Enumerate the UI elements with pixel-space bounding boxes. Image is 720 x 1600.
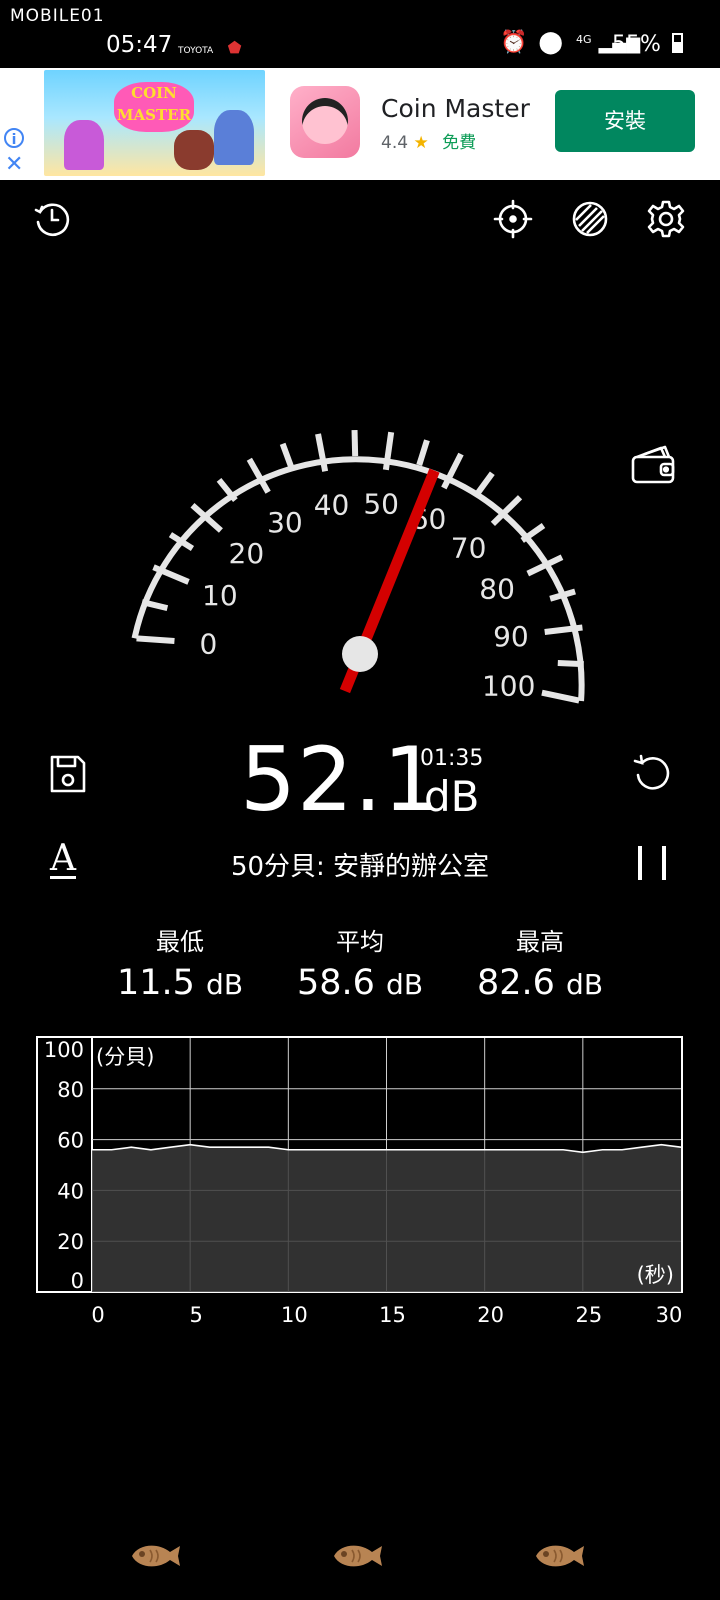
ad-art-character	[64, 120, 104, 170]
y-tick-label: 60	[57, 1129, 84, 1153]
stat-avg-value: 58.6 dB	[270, 963, 450, 1003]
stat-avg: 平均 58.6 dB	[270, 922, 450, 1003]
ad-close-icon[interactable]: ✕	[5, 154, 23, 176]
x-tick-label: 15	[379, 1303, 406, 1327]
y-axis-label: (分貝)	[96, 1045, 154, 1069]
x-tick-label: 0	[91, 1303, 104, 1327]
status-time: 05:47	[106, 32, 173, 58]
gauge-tick-label: 20	[229, 537, 265, 570]
ad-app-name[interactable]: Coin Master	[381, 94, 530, 123]
battery-icon	[671, 33, 683, 53]
reading-unit: dB	[424, 772, 480, 821]
ad-rating-value: 4.4	[381, 133, 409, 153]
stat-min-number: 11.5	[116, 963, 195, 1003]
decibel-history-chart: 100 80 60 40 20 0 0 5 10 15 20 25 30 (分貝) (秒)	[36, 1036, 683, 1327]
y-tick-label: 0	[71, 1269, 84, 1293]
stat-avg-label: 平均	[336, 928, 384, 956]
y-tick-label: 20	[57, 1230, 84, 1254]
stat-max-unit: dB	[566, 968, 604, 1001]
pause-button[interactable]	[638, 846, 668, 880]
stat-max: 最高 82.6 dB	[450, 922, 630, 1003]
chart-area	[92, 1144, 681, 1292]
gauge-tick	[136, 635, 175, 645]
stat-avg-number: 58.6	[296, 963, 375, 1003]
decibel-reading: 52.1	[240, 728, 440, 831]
alarm-icon: ⏰	[500, 30, 528, 55]
stat-max-value: 82.6 dB	[450, 963, 630, 1003]
battery-level: 55%	[612, 32, 683, 57]
ad-rating: 4.4 ★ 免費	[381, 128, 476, 153]
gauge-tick	[541, 689, 580, 704]
ad-art-logo: COIN MASTER	[114, 82, 194, 132]
fish-icon[interactable]	[532, 1540, 588, 1572]
x-tick-label: 5	[189, 1303, 202, 1327]
gauge-tick	[315, 433, 329, 472]
location-icon: ⬤	[538, 30, 564, 55]
x-tick-label: 10	[281, 1303, 308, 1327]
elapsed-time: 01:35	[420, 746, 484, 771]
crosshair-icon[interactable]	[489, 195, 537, 243]
y-tick-label: 40	[57, 1179, 84, 1203]
ad-artwork[interactable]: COIN MASTER	[44, 70, 265, 176]
history-icon[interactable]	[28, 195, 76, 243]
gauge-tick	[557, 659, 584, 668]
ad-info-icon[interactable]: i	[4, 128, 24, 148]
gear-icon[interactable]	[642, 195, 690, 243]
gauge-hub	[342, 636, 378, 672]
ad-app-icon[interactable]	[290, 86, 360, 158]
fish-icon[interactable]	[128, 1540, 184, 1572]
stat-min: 最低 11.5 dB	[90, 922, 270, 1003]
stat-max-label: 最高	[516, 928, 564, 956]
gauge-tick-label: 90	[493, 620, 529, 653]
gauge-tick-label: 70	[451, 532, 487, 565]
gauge-tick-label: 0	[199, 627, 217, 660]
stat-min-unit: dB	[206, 968, 244, 1001]
ad-banner[interactable]: i ✕ COIN MASTER Coin Master 4.4 ★ 免費 安裝	[0, 68, 720, 180]
pig-icon	[302, 98, 348, 144]
fish-icon[interactable]	[330, 1540, 386, 1572]
stat-avg-unit: dB	[386, 968, 424, 1001]
gauge-tick	[416, 439, 430, 466]
watermark-logo: MOBILE01	[10, 6, 105, 26]
x-tick-labels: 0 5 10 15 20 25 30	[91, 1303, 682, 1327]
gauge-tick-label: 40	[314, 489, 350, 522]
ad-art-character	[174, 130, 214, 170]
stat-min-label: 最低	[156, 928, 204, 956]
shield-icon: ⬟	[227, 38, 242, 57]
gauge-tick-label: 10	[202, 579, 238, 612]
notification-icons: TOYOTA ⬟	[178, 38, 242, 57]
y-tick-label: 80	[57, 1078, 84, 1102]
install-button[interactable]: 安裝	[555, 90, 695, 152]
gauge-tick-label: 30	[267, 506, 303, 539]
wallet-icon[interactable]	[630, 440, 678, 488]
gauge-tick	[474, 471, 495, 496]
stripes-icon[interactable]	[566, 195, 614, 243]
gauge-tick-label: 100	[482, 670, 535, 703]
ad-art-character	[214, 110, 254, 165]
y-tick-label: 100	[44, 1038, 84, 1062]
network-type: 4G	[576, 33, 592, 46]
ad-price: 免費	[442, 133, 477, 153]
gauge-tick	[279, 442, 295, 470]
carrier-logo-icon: TOYOTA	[178, 46, 214, 56]
battery-percent: 55%	[612, 32, 661, 57]
stat-max-number: 82.6	[476, 963, 555, 1003]
gauge-tick	[549, 588, 576, 602]
gauge-tick-label: 80	[479, 572, 515, 605]
gauge-tick-label: 50	[363, 487, 399, 520]
save-icon[interactable]	[44, 750, 92, 798]
sound-level-gauge: 010203040 50 60708090100	[131, 429, 585, 704]
x-axis-label: (秒)	[637, 1263, 674, 1287]
x-tick-label: 20	[477, 1303, 504, 1327]
star-icon: ★	[413, 133, 429, 153]
noise-level-description: 50分貝: 安靜的辦公室	[230, 852, 490, 882]
x-tick-label: 30	[656, 1303, 683, 1327]
status-bar: MOBILE01 05:47 TOYOTA ⬟ ⏰ ⬤ 4G ▂▄▆ 55%	[0, 0, 720, 68]
x-tick-label: 25	[575, 1303, 602, 1327]
reset-icon[interactable]	[628, 750, 676, 798]
stat-min-value: 11.5 dB	[90, 963, 270, 1003]
gauge-tick	[351, 429, 359, 457]
